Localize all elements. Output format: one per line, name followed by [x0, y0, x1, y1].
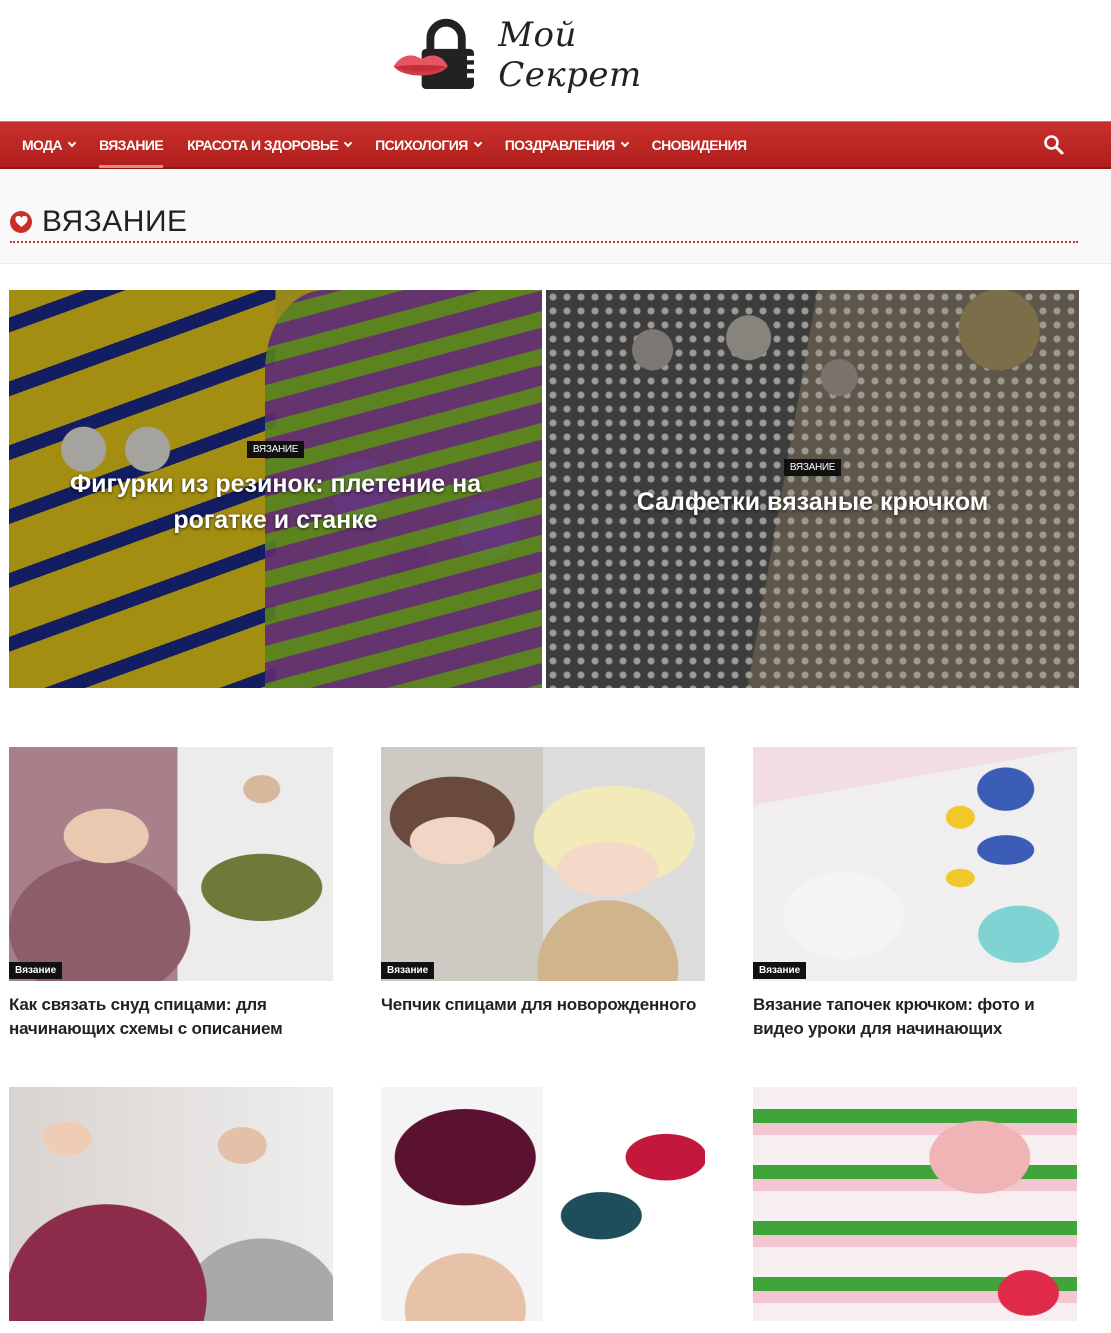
featured-post[interactable]: ВЯЗАНИЕ Фигурки из резинок: плетение на …: [9, 290, 542, 688]
featured-post[interactable]: ВЯЗАНИЕ Салфетки вязаные крючком: [546, 290, 1079, 688]
category-badge[interactable]: ВЯЗАНИЕ: [783, 458, 842, 476]
category-badge[interactable]: Вязание: [9, 962, 63, 979]
chevron-down-icon: [473, 138, 482, 148]
nav-item-label: ПСИХОЛОГИЯ: [375, 137, 468, 153]
chevron-down-icon: [67, 138, 77, 148]
featured-title[interactable]: Фигурки из резинок: плетение на рогатке …: [29, 466, 522, 538]
title-divider: [10, 241, 1078, 243]
post-thumbnail[interactable]: Вязание: [9, 747, 333, 981]
post-thumbnail[interactable]: [381, 1087, 705, 1321]
post-title[interactable]: Чепчик спицами для новорожденного: [381, 993, 705, 1017]
post-card[interactable]: Вязание Чепчик спицами для новорожденног…: [381, 747, 705, 1017]
nav-item-label: СНОВИДЕНИЯ: [651, 137, 747, 153]
nav-item-label: ВЯЗАНИЕ: [99, 137, 164, 153]
post-thumbnail[interactable]: Вязание: [753, 747, 1077, 981]
nav-item-vyazanie[interactable]: ВЯЗАНИЕ: [87, 122, 175, 168]
category-badge[interactable]: ВЯЗАНИЕ: [246, 440, 305, 458]
search-icon[interactable]: [1043, 134, 1065, 156]
post-card[interactable]: Вязание Как связать снуд спицами: для на…: [9, 747, 333, 1041]
nav-item-krasota[interactable]: КРАСОТА И ЗДОРОВЬЕ: [175, 122, 363, 168]
heart-icon: [10, 211, 32, 233]
nav-item-psihologiya[interactable]: ПСИХОЛОГИЯ: [363, 122, 493, 168]
category-badge[interactable]: Вязание: [381, 962, 435, 979]
nav-item-moda[interactable]: МОДА: [10, 122, 87, 168]
main-nav: МОДА ВЯЗАНИЕ КРАСОТА И ЗДОРОВЬЕ ПСИХОЛОГ…: [0, 121, 1111, 169]
post-thumbnail[interactable]: Вязание: [381, 747, 705, 981]
nav-item-label: МОДА: [22, 137, 63, 153]
lock-lips-icon: [393, 18, 475, 90]
nav-item-snovideniya[interactable]: СНОВИДЕНИЯ: [640, 122, 759, 168]
category-badge[interactable]: Вязание: [753, 962, 807, 979]
nav-item-pozdravleniya[interactable]: ПОЗДРАВЛЕНИЯ: [493, 122, 640, 168]
post-card[interactable]: Вязание Вязание тапочек крючком: фото и …: [753, 747, 1077, 1041]
chevron-down-icon: [343, 138, 353, 148]
nav-item-label: ПОЗДРАВЛЕНИЯ: [504, 137, 615, 153]
logo-text: Мой Секрет: [498, 15, 642, 95]
post-card[interactable]: [9, 1087, 333, 1333]
chevron-down-icon: [620, 138, 629, 148]
page-title: ВЯЗАНИЕ: [42, 205, 188, 238]
post-thumbnail[interactable]: [753, 1087, 1077, 1321]
post-title[interactable]: Как связать снуд спицами: для начинающих…: [9, 993, 333, 1041]
featured-title[interactable]: Салфетки вязаные крючком: [637, 484, 989, 520]
site-header: Мой Секрет: [0, 0, 1111, 121]
post-title[interactable]: Вязание тапочек крючком: фото и видео ур…: [753, 993, 1077, 1041]
category-header: ВЯЗАНИЕ: [0, 169, 1111, 264]
post-card[interactable]: [753, 1087, 1077, 1333]
post-card[interactable]: [381, 1087, 705, 1333]
site-logo[interactable]: Мой Секрет: [392, 10, 702, 100]
nav-item-label: КРАСОТА И ЗДОРОВЬЕ: [187, 137, 339, 153]
post-thumbnail[interactable]: [9, 1087, 333, 1321]
featured-posts: ВЯЗАНИЕ Фигурки из резинок: плетение на …: [9, 290, 1079, 688]
